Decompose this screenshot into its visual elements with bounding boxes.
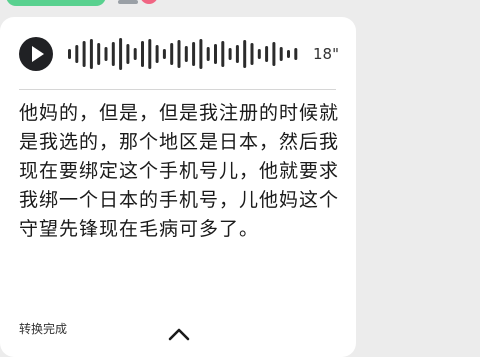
waveform-bar [133,48,137,60]
waveform-bar [192,42,196,66]
waveform-bar [97,43,101,65]
waveform-bar [126,44,130,64]
play-icon[interactable] [19,37,53,71]
waveform-bar [243,40,247,68]
waveform-bar [141,41,144,67]
previous-message-indicator [118,0,138,4]
waveform-bar [68,49,71,59]
waveform-bar [82,41,86,67]
waveform-bar [287,50,290,58]
waveform-bar [111,42,115,66]
voice-duration: 18" [313,45,339,63]
waveform-bar [177,40,181,68]
waveform-bar [89,39,93,69]
waveform-bar [214,44,217,64]
waveform [68,38,298,70]
waveform-bar [235,45,239,63]
voice-message-bubble: 18" 他妈的，但是，但是我注册的时候就是我选的，那个地区是日本，然后我现在要绑… [0,17,356,357]
waveform-bar [279,47,283,61]
waveform-bar [206,47,210,61]
waveform-bar [155,45,159,63]
chevron-up-icon[interactable] [168,327,190,341]
waveform-bar [170,43,174,65]
waveform-bar [294,48,298,60]
waveform-bar [221,41,225,67]
waveform-bar [162,49,166,59]
waveform-bar [257,49,261,59]
waveform-bar [75,45,79,63]
waveform-bar [199,39,203,69]
divider [19,89,336,90]
top-status-strip [0,0,480,12]
waveform-bar [104,47,108,61]
transcription-status: 转换完成 [19,322,68,336]
voice-player: 18" [19,37,339,71]
waveform-bar [184,46,188,62]
waveform-bar [148,39,152,69]
waveform-bar [265,46,269,62]
transcript-text: 他妈的，但是，但是我注册的时候就是我选的，那个地区是日本，然后我现在要绑定这个手… [19,102,340,240]
waveform-bar [228,48,232,60]
waveform-bar [119,38,123,70]
waveform-bar [250,43,254,65]
heart-icon [140,0,158,4]
waveform-bar [272,42,276,66]
previous-message-pill [6,0,106,6]
